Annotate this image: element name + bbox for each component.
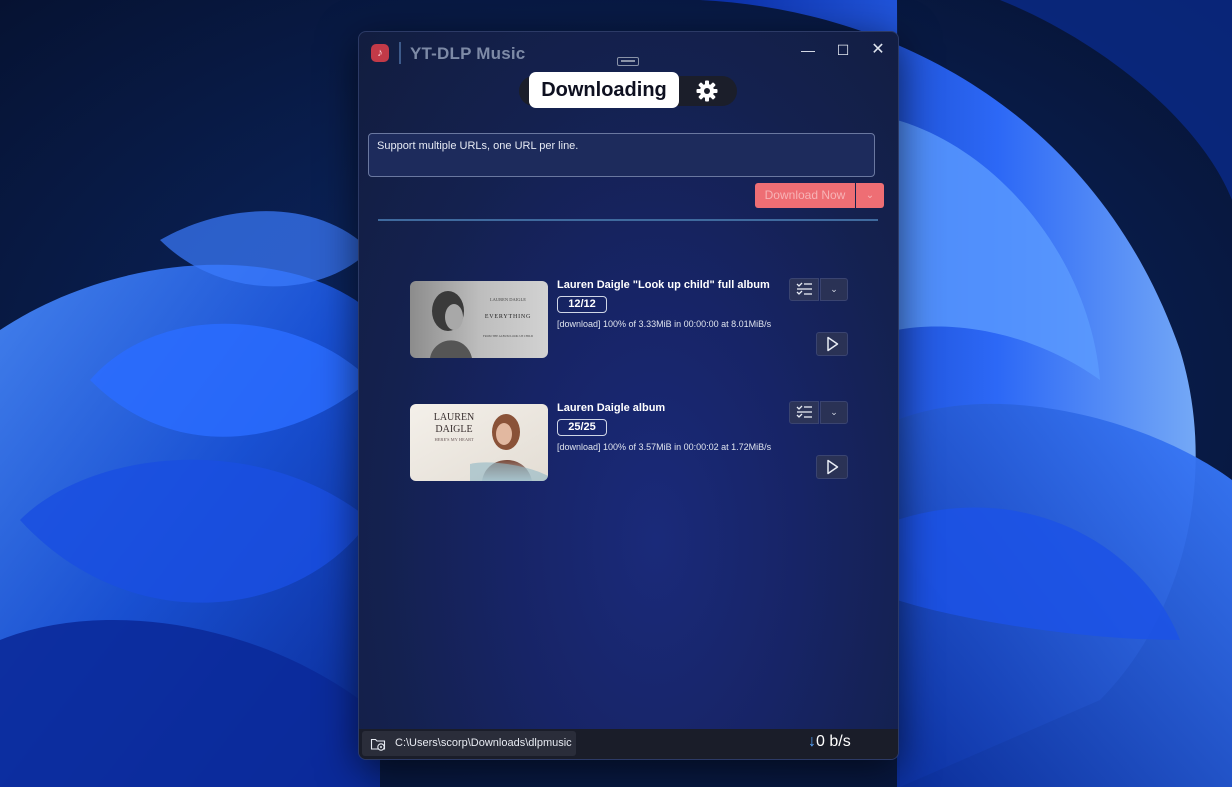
tab-switcher: Downloading bbox=[519, 72, 737, 108]
thumb-artist-line2: DAIGLE bbox=[435, 424, 472, 435]
arrow-down-icon: ↓ bbox=[808, 733, 816, 750]
close-button[interactable]: ✕ bbox=[861, 38, 895, 62]
item-title: Lauren Daigle album bbox=[557, 402, 666, 414]
chevron-down-icon[interactable]: ⌄ bbox=[820, 401, 848, 424]
chevron-down-icon[interactable]: ⌄ bbox=[820, 278, 848, 301]
item-title: Lauren Daigle "Look up child" full album bbox=[557, 279, 770, 291]
download-item: LAUREN DAIGLE HERE'S MY HEART Lauren Dai… bbox=[410, 401, 850, 484]
minimize-button[interactable]: — bbox=[791, 38, 825, 62]
drag-handle-icon[interactable] bbox=[617, 57, 639, 66]
app-window: ♪ YT-DLP Music — ☐ ✕ Downloading Support… bbox=[358, 31, 899, 760]
item-status: [download] 100% of 3.57MiB in 00:00:02 a… bbox=[557, 442, 772, 452]
item-count-badge: 12/12 bbox=[557, 296, 607, 313]
title-divider bbox=[399, 42, 401, 64]
music-note-icon: ♪ bbox=[371, 44, 389, 62]
thumb-artist-line1: LAUREN bbox=[434, 412, 475, 423]
status-bar: C:\Users\scorp\Downloads\dlpmusic ↓0 b/s bbox=[359, 729, 898, 759]
folder-settings-icon bbox=[370, 738, 386, 751]
thumb-album-text: EVERYTHING bbox=[485, 314, 531, 320]
thumb-subtitle: HERE'S MY HEART bbox=[434, 437, 473, 442]
download-item: LAUREN DAIGLE EVERYTHING FROM THE ALBUM … bbox=[410, 278, 850, 361]
download-now-button[interactable]: Download Now bbox=[755, 183, 855, 208]
gear-icon bbox=[696, 80, 718, 102]
album-thumbnail: LAUREN DAIGLE EVERYTHING FROM THE ALBUM … bbox=[410, 281, 548, 358]
speed-value: 0 b/s bbox=[816, 733, 851, 750]
app-title: YT-DLP Music bbox=[410, 44, 526, 63]
checklist-icon bbox=[796, 282, 812, 295]
progress-divider bbox=[378, 219, 878, 221]
download-speed: ↓0 b/s bbox=[808, 733, 851, 751]
tab-settings[interactable] bbox=[695, 79, 719, 103]
track-list-button[interactable] bbox=[789, 401, 819, 424]
download-options-dropdown[interactable]: ⌄ bbox=[856, 183, 884, 208]
tab-downloading[interactable]: Downloading bbox=[529, 72, 679, 108]
play-button[interactable] bbox=[816, 455, 848, 479]
checklist-icon bbox=[796, 405, 812, 418]
title-bar[interactable]: ♪ YT-DLP Music — ☐ ✕ bbox=[359, 32, 898, 76]
play-icon bbox=[827, 336, 839, 352]
thumb-artist-text: LAUREN DAIGLE bbox=[490, 297, 526, 302]
download-folder-button[interactable]: C:\Users\scorp\Downloads\dlpmusic bbox=[362, 731, 576, 756]
thumb-footer-text: FROM THE ALBUM LOOK UP CHILD bbox=[483, 334, 534, 338]
play-button[interactable] bbox=[816, 332, 848, 356]
track-list-button[interactable] bbox=[789, 278, 819, 301]
item-count-badge: 25/25 bbox=[557, 419, 607, 436]
url-input[interactable] bbox=[368, 133, 875, 177]
play-icon bbox=[827, 459, 839, 475]
download-path: C:\Users\scorp\Downloads\dlpmusic bbox=[395, 737, 572, 749]
album-thumbnail: LAUREN DAIGLE HERE'S MY HEART bbox=[410, 404, 548, 481]
item-status: [download] 100% of 3.33MiB in 00:00:00 a… bbox=[557, 319, 772, 329]
maximize-button[interactable]: ☐ bbox=[826, 38, 860, 62]
